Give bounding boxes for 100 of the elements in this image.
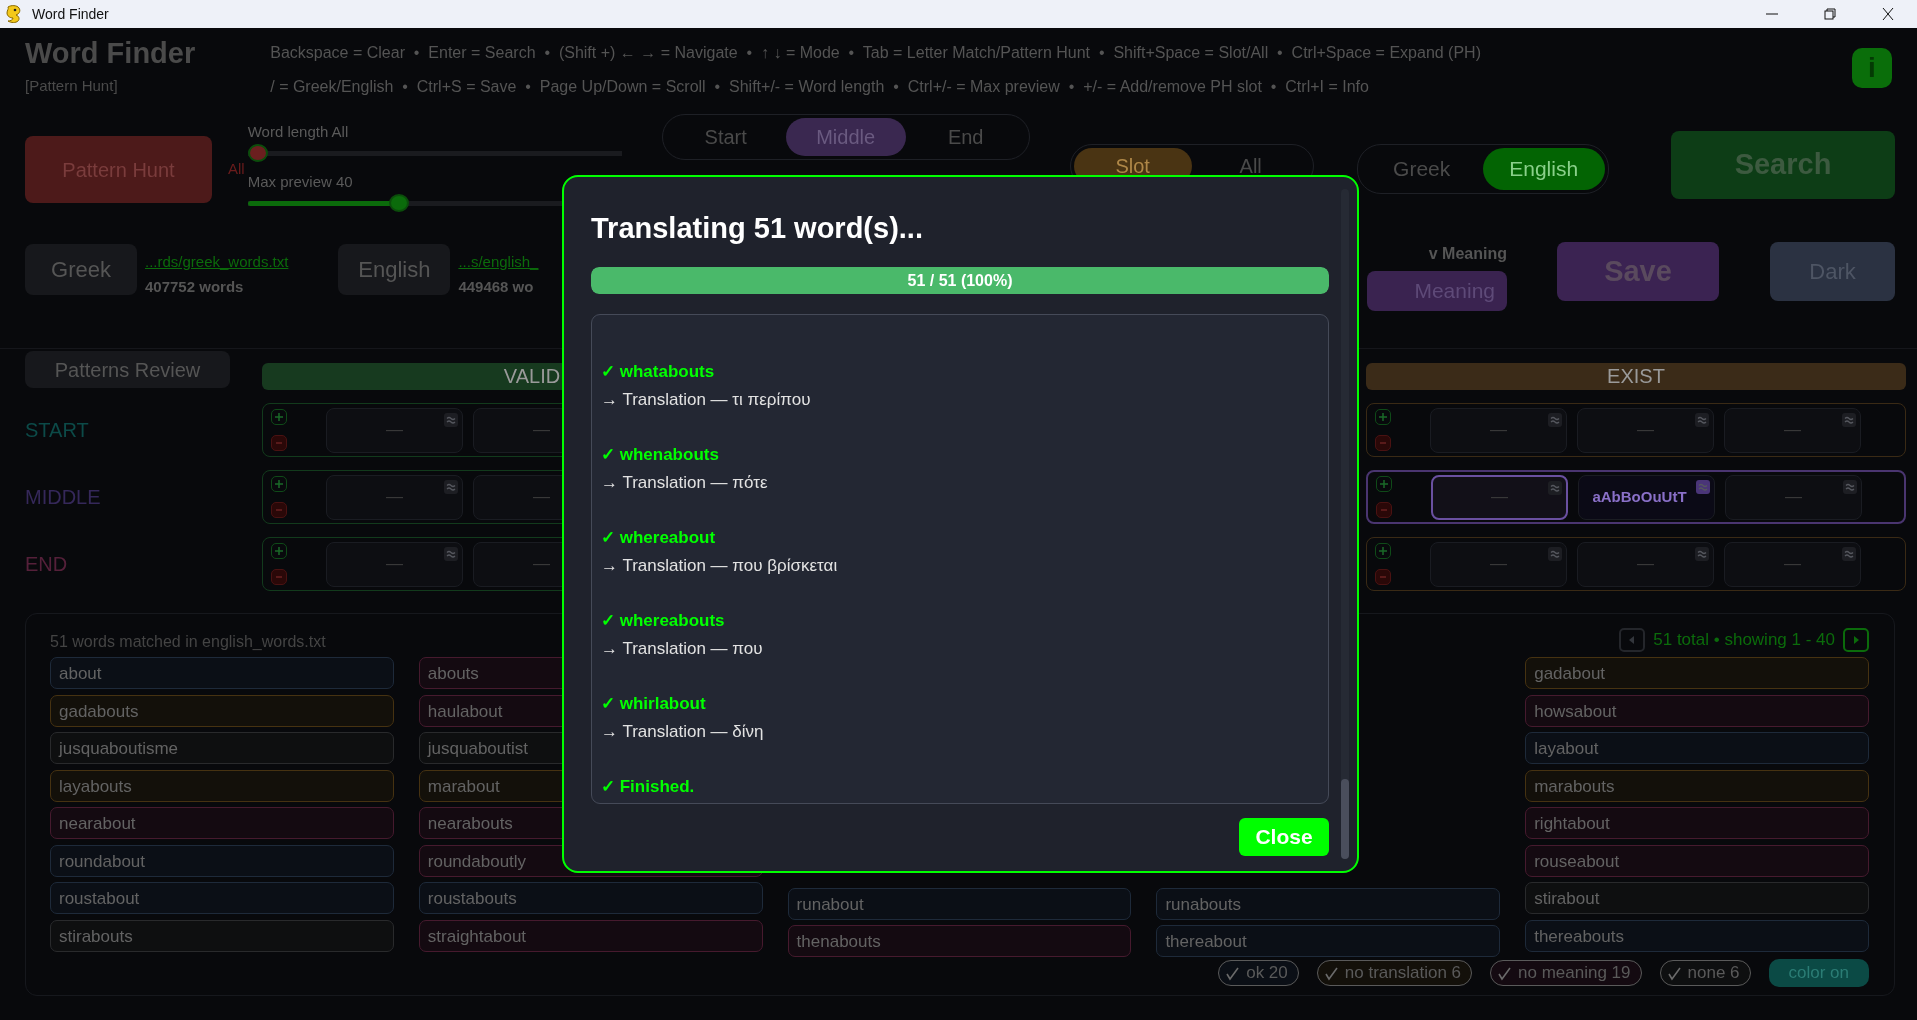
- log-translation: → Translation — που: [601, 637, 764, 660]
- language-tab[interactable]: English: [1482, 148, 1605, 190]
- word-chip[interactable]: about: [50, 657, 394, 689]
- add-slot-button[interactable]: [1375, 543, 1391, 559]
- add-slot-button[interactable]: [271, 476, 287, 492]
- shortcut-hints: / = Greek/English • Ctrl+S = Save • Page Up/Down = Scroll • Shift+/- = Word length • Ctrl+/- = Max preview • +/- = Add/remove PH slot • Ctrl+I = Info: [270, 77, 1370, 97]
- word-chip[interactable]: gadabouts: [50, 694, 394, 727]
- language-tab[interactable]: Greek: [1360, 148, 1483, 190]
- log-word: ✓ whirlabout: [601, 692, 707, 715]
- approx-icon: [1842, 412, 1856, 427]
- word-chip[interactable]: roundabout: [50, 844, 394, 877]
- slider-thumb[interactable]: [247, 144, 268, 162]
- scrollbar-track[interactable]: [1341, 189, 1349, 859]
- word-chip[interactable]: layabout: [1525, 732, 1869, 764]
- word-chip[interactable]: roustabout: [50, 882, 394, 914]
- approx-icon: [1548, 412, 1562, 427]
- filter-label: none 6: [1687, 962, 1740, 985]
- remove-slot-button[interactable]: [271, 502, 287, 518]
- row-label: START: [25, 418, 90, 443]
- approx-icon: [444, 546, 458, 561]
- word-chip[interactable]: rouseabout: [1525, 844, 1869, 877]
- plus-icon: [1380, 480, 1388, 488]
- add-slot-button[interactable]: [1375, 409, 1391, 425]
- minus-icon: [1380, 442, 1386, 444]
- remove-slot-button[interactable]: [271, 435, 287, 451]
- position-tab[interactable]: Start: [665, 118, 786, 156]
- filter-chip[interactable]: no translation 6: [1316, 960, 1473, 986]
- next-page-button[interactable]: [1843, 627, 1869, 652]
- minus-icon: [276, 442, 282, 444]
- add-slot-button[interactable]: [271, 543, 287, 559]
- position-tab[interactable]: End: [905, 118, 1026, 156]
- slot-field[interactable]: —: [1577, 407, 1714, 453]
- dialog-title: Translating 51 word(s)...: [591, 211, 924, 246]
- word-chip[interactable]: nearabout: [50, 807, 394, 839]
- row-label: MIDDLE: [25, 485, 102, 510]
- word-count: 407752 words: [145, 276, 245, 297]
- word-chip[interactable]: jusquaboutisme: [50, 732, 394, 764]
- dictionary-button[interactable]: Greek: [25, 244, 137, 295]
- word-chip[interactable]: thereabouts: [1525, 919, 1869, 952]
- plus-icon: [275, 547, 283, 555]
- minus-icon: [1381, 509, 1387, 511]
- plus-icon: [1379, 413, 1387, 421]
- remove-slot-button[interactable]: [1376, 502, 1392, 518]
- filter-chip[interactable]: none 6: [1659, 960, 1751, 986]
- approx-icon: [444, 479, 458, 494]
- filter-chip[interactable]: no meaning 19: [1490, 960, 1642, 986]
- word-chip[interactable]: straightabout: [418, 919, 763, 952]
- slot-field[interactable]: —: [1430, 407, 1567, 453]
- word-chip[interactable]: stirabout: [1525, 882, 1869, 914]
- approx-icon: [1548, 480, 1562, 495]
- approx-icon: [444, 412, 458, 427]
- filter-label: ok 20: [1246, 962, 1288, 985]
- word-chip[interactable]: marabouts: [1525, 769, 1869, 802]
- remove-slot-button[interactable]: [1375, 569, 1391, 585]
- minus-icon: [1380, 576, 1386, 578]
- slot-field[interactable]: —: [1430, 541, 1567, 587]
- word-chip[interactable]: runabouts: [1156, 887, 1501, 920]
- slot-field[interactable]: —: [326, 541, 463, 587]
- word-chip[interactable]: gadabout: [1525, 657, 1869, 689]
- file-link[interactable]: ...s/english_: [458, 251, 539, 274]
- word-chip[interactable]: thereabout: [1156, 925, 1501, 957]
- scope-tab[interactable]: All: [1191, 148, 1310, 184]
- results-summary: 51 words matched in english_words.txt: [50, 631, 326, 652]
- add-slot-button[interactable]: [1376, 476, 1392, 492]
- slot-field[interactable]: —: [1431, 474, 1568, 520]
- word-chip[interactable]: stirabouts: [50, 919, 394, 952]
- filter-label: no translation 6: [1344, 962, 1462, 985]
- word-chip[interactable]: thenabouts: [787, 925, 1132, 957]
- word-chip[interactable]: layabouts: [50, 769, 394, 802]
- slot-field[interactable]: —: [1725, 474, 1862, 520]
- add-slot-button[interactable]: [271, 409, 287, 425]
- dictionary-button[interactable]: English: [338, 244, 451, 295]
- slot-field[interactable]: —: [326, 474, 463, 520]
- approx-icon: [1843, 479, 1857, 494]
- filter-chip[interactable]: ok 20: [1218, 960, 1299, 986]
- slider-thumb[interactable]: [389, 194, 410, 212]
- patterns-review-button[interactable]: Patterns Review: [25, 351, 230, 388]
- previous-page-button[interactable]: [1619, 627, 1646, 652]
- filter-label: no meaning 19: [1518, 962, 1631, 985]
- slot-field[interactable]: —: [1724, 541, 1861, 587]
- word-chip[interactable]: roustabouts: [418, 882, 763, 914]
- word-chip[interactable]: rightabout: [1525, 807, 1869, 839]
- minus-icon: [276, 576, 282, 578]
- file-link[interactable]: ...rds/greek_words.txt: [145, 251, 289, 274]
- slot-field[interactable]: aAbBoOuUtT: [1578, 474, 1715, 520]
- plus-icon: [1379, 547, 1387, 555]
- slot-field[interactable]: —: [326, 407, 463, 453]
- scrollbar-thumb[interactable]: [1341, 779, 1349, 859]
- log-translation: → Translation — δίνη: [601, 720, 765, 743]
- slot-field[interactable]: —: [1724, 407, 1861, 453]
- approx-icon: [1548, 546, 1562, 561]
- remove-slot-button[interactable]: [1375, 435, 1391, 451]
- window-title: Word Finder: [32, 4, 109, 24]
- word-chip[interactable]: howsabout: [1525, 694, 1869, 727]
- slider-label: Max preview 40: [247, 172, 354, 192]
- app-title: Word Finder: [25, 36, 196, 71]
- word-chip[interactable]: runabout: [787, 887, 1132, 920]
- progress-text: 51 / 51 (100%): [906, 270, 1014, 291]
- remove-slot-button[interactable]: [271, 569, 287, 585]
- slot-field[interactable]: —: [1577, 541, 1714, 587]
